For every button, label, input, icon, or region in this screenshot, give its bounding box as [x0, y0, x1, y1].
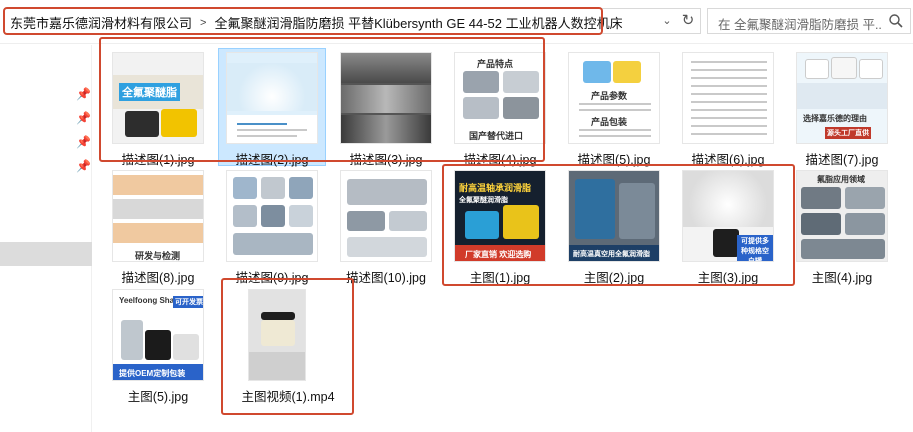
refresh-icon[interactable]: ↻	[679, 10, 697, 32]
thumbnail-text: 厂家直销 欢迎选购	[465, 250, 532, 259]
file-name: 描述图(1).jpg	[121, 153, 195, 167]
thumbnail-text: 耐高温轴承润滑脂	[459, 183, 532, 193]
pin-icon[interactable]: 📌	[76, 111, 91, 125]
thumbnail-text: 源头工厂直供	[825, 127, 871, 139]
file-name: 主图(4).jpg	[811, 271, 873, 285]
thumbnail-text: 全氟聚醚脂	[119, 83, 180, 101]
file-thumbnail: 可提供多种规格空白罐	[682, 170, 774, 262]
thumbnail-text: 产品包装	[591, 117, 628, 127]
file-thumbnail	[226, 170, 318, 262]
file-explorer-window: 东莞市嘉乐德润滑材料有限公司 > 全氟聚醚润滑脂防磨损 平替Klübersynt…	[0, 0, 913, 432]
file-name: 描述图(8).jpg	[121, 271, 195, 285]
pin-icon[interactable]: 📌	[76, 159, 91, 173]
file-name: 描述图(10).jpg	[346, 271, 426, 285]
file-thumbnail: 产品参数 产品包装	[568, 52, 660, 144]
video-thumbnail	[248, 289, 306, 381]
thumbnail-text: 国产替代进口	[469, 131, 524, 141]
file-thumbnail: 氟脂应用领域	[796, 170, 888, 262]
file-thumbnail: 研发与检测	[112, 170, 204, 262]
file-thumbnail: 选择嘉乐德的理由 源头工厂直供	[796, 52, 888, 144]
nav-selected-item[interactable]	[0, 242, 92, 266]
file-thumbnail: Yeelfoong Shao 可开发票 提供OEM定制包装	[112, 289, 204, 381]
thumbnail-text: 耐高温真空用全氟润滑脂	[573, 251, 650, 258]
navigation-pane: 📌 📌 📌 📌	[0, 45, 92, 432]
file-name: 主图(5).jpg	[127, 390, 189, 404]
thumbnail-text: 产品特点	[477, 59, 514, 69]
file-name: 主图(3).jpg	[697, 271, 759, 285]
file-thumbnail: 耐高温真空用全氟润滑脂	[568, 170, 660, 262]
file-thumbnail: 产品特点 国产替代进口	[454, 52, 546, 144]
thumbnail-text: 氟脂应用领域	[817, 175, 865, 184]
file-thumbnail	[226, 52, 318, 144]
search-icon[interactable]	[888, 13, 904, 29]
file-name: 描述图(4).jpg	[463, 153, 537, 167]
file-thumbnail	[340, 170, 432, 262]
breadcrumb: 东莞市嘉乐德润滑材料有限公司 > 全氟聚醚润滑脂防磨损 平替Klübersynt…	[10, 13, 623, 32]
file-name: 主图(1).jpg	[469, 271, 531, 285]
breadcrumb-item-company[interactable]: 东莞市嘉乐德润滑材料有限公司	[10, 13, 192, 32]
file-thumbnail: 耐高温轴承润滑脂 全氟聚醚润滑脂 厂家直销 欢迎选购	[454, 170, 546, 262]
address-bar-row: 东莞市嘉乐德润滑材料有限公司 > 全氟聚醚润滑脂防磨损 平替Klübersynt…	[0, 0, 913, 44]
breadcrumb-separator-icon: >	[200, 16, 207, 29]
file-thumbnail	[340, 52, 432, 144]
file-name: 描述图(6).jpg	[691, 153, 765, 167]
file-name: 主图视频(1).mp4	[241, 390, 335, 404]
thumbnail-text: 全氟聚醚润滑脂	[459, 197, 508, 204]
file-name: 描述图(2).jpg	[235, 153, 309, 167]
pin-icon[interactable]: 📌	[76, 135, 91, 149]
file-name: 描述图(9).jpg	[235, 271, 309, 285]
file-name: 描述图(7).jpg	[805, 153, 879, 167]
thumbnail-text: 选择嘉乐德的理由	[803, 114, 867, 123]
search-box[interactable]: 在 全氟聚醚润滑脂防磨损 平...	[707, 8, 911, 34]
file-name: 描述图(3).jpg	[349, 153, 423, 167]
chevron-down-icon[interactable]: ⌄	[660, 12, 674, 30]
file-name: 主图(2).jpg	[583, 271, 645, 285]
breadcrumb-item-folder[interactable]: 全氟聚醚润滑脂防磨损 平替Klübersynth GE 44-52 工业机器人数…	[214, 13, 622, 32]
thumbnail-text: 可提供多种规格空白罐	[737, 235, 773, 261]
thumbnail-text: 产品参数	[591, 91, 628, 101]
thumbnail-text: 可开发票	[173, 296, 203, 308]
file-thumbnail	[682, 52, 774, 144]
thumbnail-text: 研发与检测	[135, 251, 181, 261]
file-name: 描述图(5).jpg	[577, 153, 651, 167]
pin-icon[interactable]: 📌	[76, 87, 91, 101]
search-input[interactable]: 在 全氟聚醚润滑脂防磨损 平...	[718, 14, 882, 33]
thumbnail-text: 提供OEM定制包装	[119, 369, 186, 378]
file-thumbnail: 全氟聚醚脂	[112, 52, 204, 144]
thumbnail-text: Yeelfoong Shao	[119, 296, 180, 305]
